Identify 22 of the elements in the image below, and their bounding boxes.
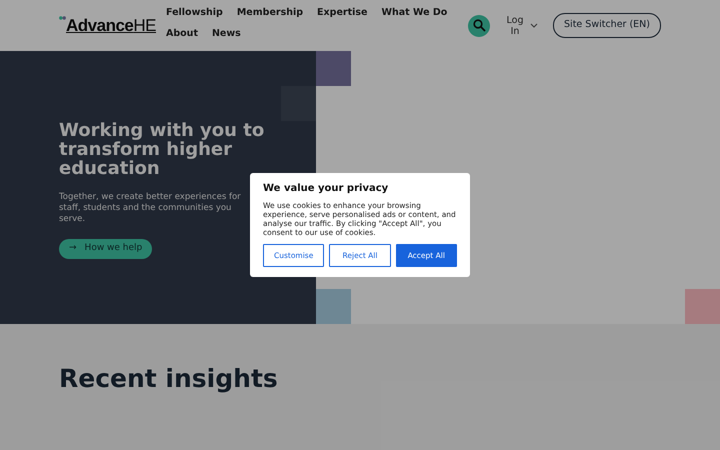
nav-link[interactable]: News bbox=[212, 27, 241, 40]
nav-link[interactable]: Expertise bbox=[317, 6, 368, 19]
nav-link[interactable]: What We Do bbox=[382, 6, 448, 19]
nav-link[interactable]: Fellowship bbox=[166, 6, 223, 19]
logo-dots-icon bbox=[59, 16, 66, 20]
decor-square bbox=[316, 289, 351, 324]
decor-square bbox=[281, 86, 316, 121]
section-title: Recent insights bbox=[59, 364, 279, 394]
hero-subtitle: Together, we create better experiences for staff, students and the communities you serve. bbox=[59, 192, 241, 225]
how-we-help-button[interactable]: → How we help bbox=[59, 239, 152, 259]
logo[interactable]: AdvanceHE bbox=[59, 13, 166, 38]
search-button[interactable] bbox=[468, 14, 490, 36]
site-switcher-button[interactable]: Site Switcher (EN) bbox=[553, 13, 661, 38]
nav-link[interactable]: Membership bbox=[236, 6, 304, 19]
decor-square bbox=[685, 289, 720, 324]
login-button[interactable]: Log In bbox=[505, 14, 538, 36]
nav-link[interactable]: About bbox=[166, 27, 198, 40]
search-icon bbox=[472, 19, 486, 32]
dialog-title: We value your privacy bbox=[263, 183, 390, 195]
decor-square bbox=[316, 51, 351, 86]
chevron-down-icon bbox=[530, 23, 538, 28]
hero-title: Working with you to transform higher education bbox=[59, 121, 266, 178]
